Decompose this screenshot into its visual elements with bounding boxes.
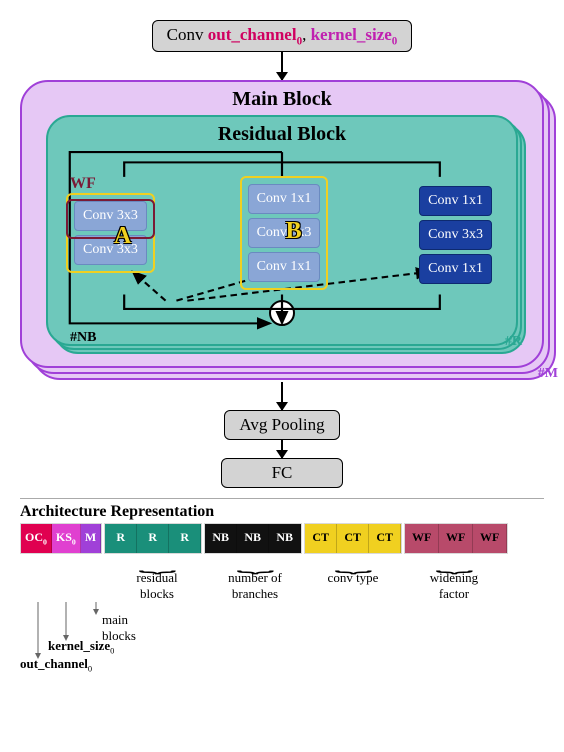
chip-wf: WF [405, 524, 439, 552]
branch-a: WF Conv 3x3 Conv 3x3 A [66, 193, 155, 273]
avg-pooling-block: Avg Pooling [224, 410, 339, 440]
residual-block-title: Residual Block [66, 123, 498, 146]
chip-nb: NB [237, 524, 269, 552]
group-label-residual: residual blocks [136, 570, 177, 602]
conv-param-kernel-size: kernel_size0 [311, 25, 398, 44]
arrow-icon [281, 382, 283, 410]
chip-oc: OC0 [21, 524, 52, 552]
chip-ct: CT [305, 524, 337, 552]
legend-title: Architecture Representation [20, 503, 544, 521]
initial-conv-block: Conv out_channel0, kernel_size0 [152, 20, 413, 52]
encoding-chips: OC0 KS0 M R R R NB NB NB CT CT CT WF WF … [20, 523, 544, 553]
wf-label: WF [70, 175, 96, 193]
chip-nb: NB [269, 524, 301, 552]
conv-layer: Conv 1x1 [248, 252, 321, 282]
branch-letter-b: B [286, 218, 302, 245]
branch-c: Conv 1x1 Conv 3x3 Conv 1x1 [413, 180, 498, 290]
chip-ks: KS0 [52, 524, 81, 552]
legend-leaders: main blocks kernel_size0 out_channel0 [20, 602, 544, 682]
brace-icon: ⏟ [334, 558, 372, 568]
arrow-icon [281, 52, 283, 80]
conv-prefix: Conv [167, 25, 208, 44]
brace-icon: ⏟ [435, 558, 473, 568]
chip-r: R [169, 524, 201, 552]
main-block-title: Main Block [46, 88, 518, 111]
chip-ct: CT [369, 524, 401, 552]
conv-layer: Conv 3x3 [419, 220, 492, 250]
sum-node: + [269, 300, 295, 326]
conv-layer: Conv 3x3 [248, 218, 321, 248]
m-count-label: #M [538, 366, 558, 382]
leader-out-channel: out_channel0 [20, 656, 92, 674]
brace-icon: ⏟ [236, 558, 274, 568]
group-label-branches: number of branches [228, 570, 282, 602]
fc-block: FC [221, 458, 344, 488]
conv-layer: Conv 1x1 [248, 184, 321, 214]
conv-param-sep: , [302, 25, 311, 44]
chip-wf: WF [439, 524, 473, 552]
chip-r: R [105, 524, 137, 552]
chip-m: M [81, 524, 101, 552]
r-count-label: #R [505, 334, 522, 350]
chip-nb: NB [205, 524, 237, 552]
chip-wf: WF [473, 524, 507, 552]
conv-layer: Conv 1x1 [419, 254, 492, 284]
branch-letter-a: A [114, 223, 131, 250]
chip-ct: CT [337, 524, 369, 552]
conv-param-out-channel: out_channel0 [208, 25, 302, 44]
leader-kernel-size: kernel_size0 [48, 638, 114, 656]
conv-layer: Conv 1x1 [419, 186, 492, 216]
main-block-stack: Main Block Residual Block [20, 80, 544, 368]
arrow-icon [281, 440, 283, 458]
nb-count-label: #NB [70, 330, 96, 346]
branch-b: Conv 1x1 Conv 3x3 Conv 1x1 B [240, 176, 329, 290]
group-label-wf: widening factor [430, 570, 478, 602]
conv-layer: Conv 3x3 [74, 235, 147, 265]
conv-layer: Conv 3x3 [74, 201, 147, 231]
chip-r: R [137, 524, 169, 552]
brace-icon: ⏟ [138, 558, 176, 568]
residual-block: Residual Block [46, 115, 518, 346]
